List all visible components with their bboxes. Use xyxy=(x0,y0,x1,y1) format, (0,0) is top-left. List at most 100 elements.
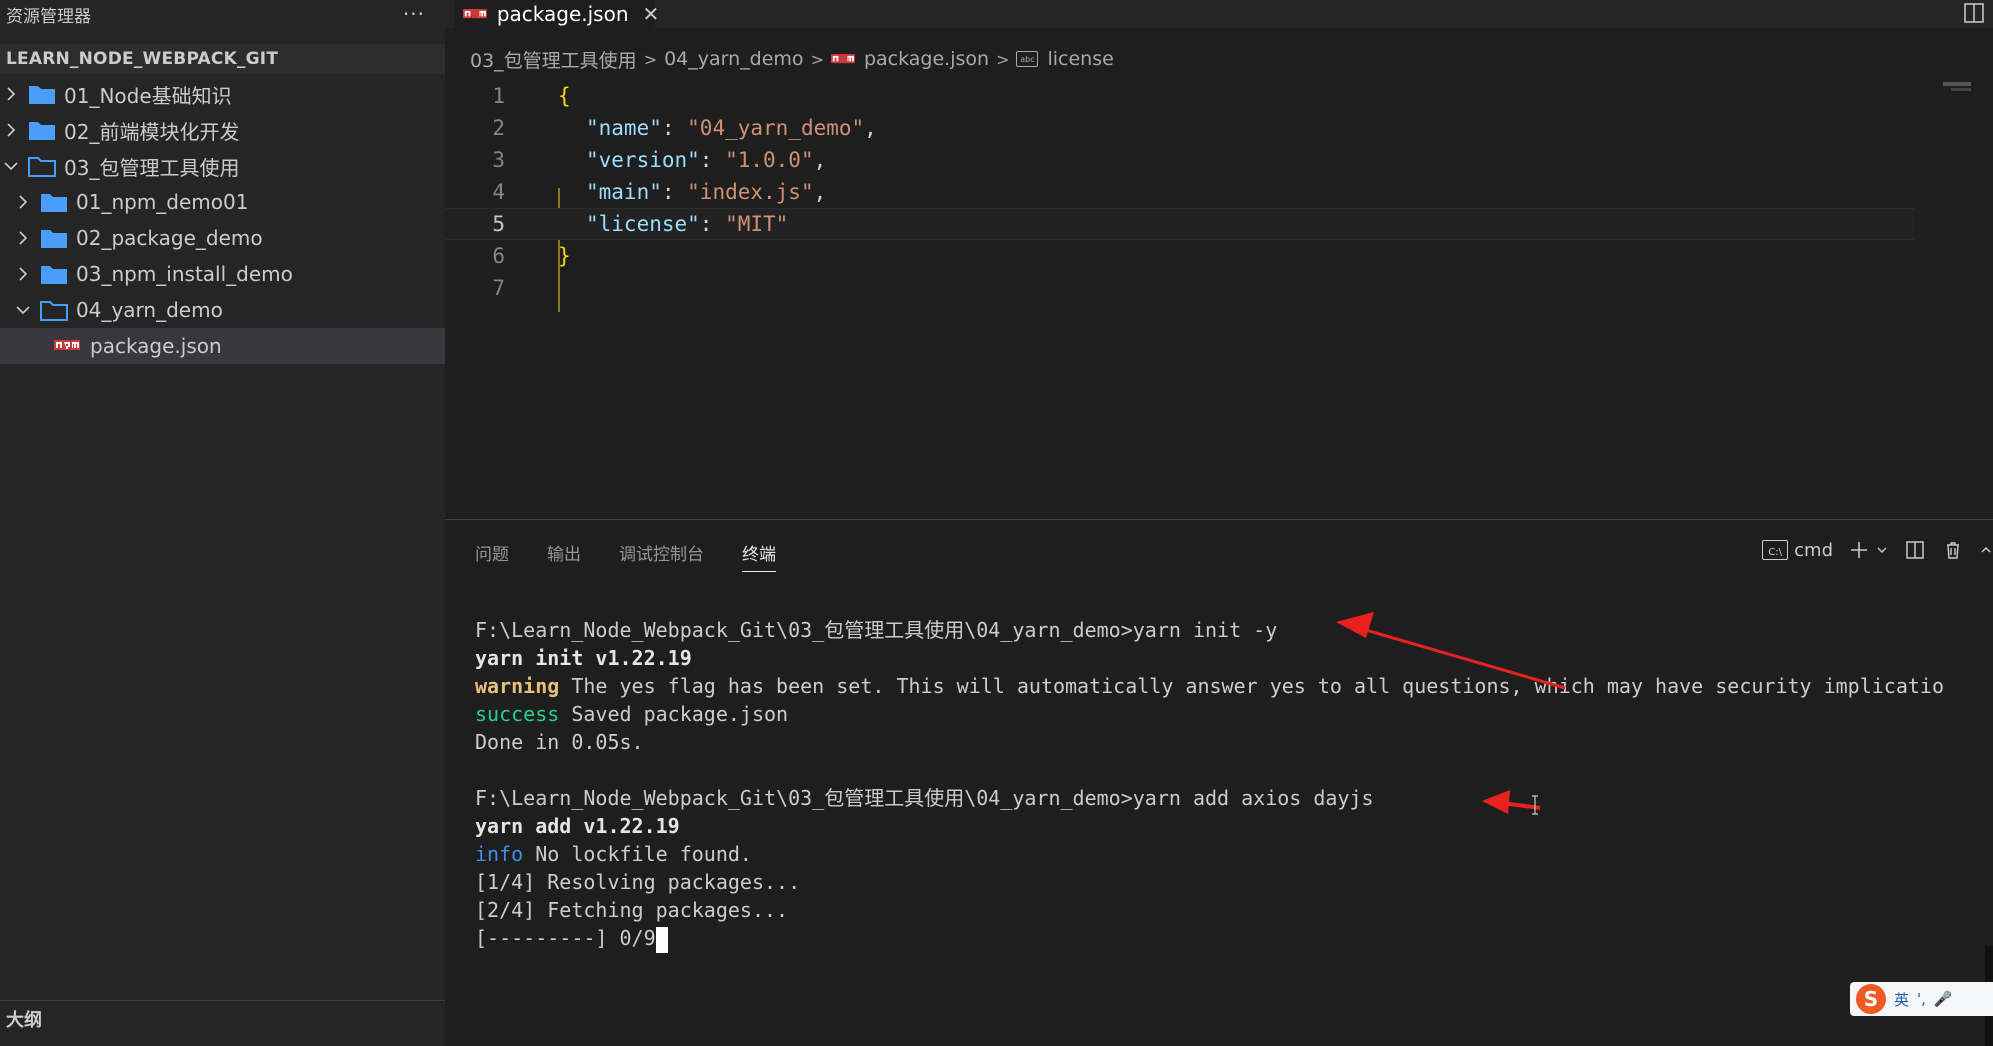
ime-toolbar[interactable]: S 英 ', 🎤 xyxy=(1850,982,1993,1016)
tree-item-label: package.json xyxy=(90,334,222,358)
tree-item-03-package-tools[interactable]: 03_包管理工具使用 xyxy=(0,148,445,184)
more-actions-icon[interactable]: ··· xyxy=(403,2,425,26)
json-value: "04_yarn_demo" xyxy=(687,116,865,140)
tab-problems[interactable]: 问题 xyxy=(475,540,509,572)
split-editor-icon[interactable] xyxy=(1963,2,1985,24)
chevron-right-icon: > xyxy=(996,49,1010,69)
tab-terminal[interactable]: 终端 xyxy=(742,540,776,572)
tree-item-label: 04_yarn_demo xyxy=(76,298,223,322)
close-icon[interactable]: ✕ xyxy=(643,2,660,26)
trash-icon[interactable] xyxy=(1941,538,1965,562)
warning-tag: warning xyxy=(475,674,560,698)
code-line: 7 xyxy=(445,272,1993,304)
sogou-logo-icon: S xyxy=(1856,984,1886,1014)
terminal-icon: C:\ xyxy=(1762,540,1789,560)
code-line: 6 } xyxy=(445,240,1993,272)
code-editor[interactable]: 1 { 2 "name": "04_yarn_demo", 3 "version… xyxy=(445,78,1993,518)
code-line: 1 { xyxy=(445,80,1993,112)
tab-debug-console[interactable]: 调试控制台 xyxy=(619,540,704,572)
tree-item-label: 02_前端模块化开发 xyxy=(64,119,240,144)
code-brace: } xyxy=(558,244,571,268)
folder-open-icon xyxy=(40,299,68,321)
folder-icon xyxy=(40,191,68,213)
explorer-sidebar: 资源管理器 ··· LEARN_NODE_WEBPACK_GIT 01_Node… xyxy=(0,0,445,1046)
npm-icon xyxy=(830,53,855,65)
code-brace: { xyxy=(558,84,571,108)
json-value: "1.0.0" xyxy=(725,148,814,172)
bottom-panel: 问题 输出 调试控制台 终端 C:\ cmd F:\Learn_Node_Web… xyxy=(445,519,1993,1046)
tab-package-json[interactable]: package.json ✕ xyxy=(455,0,659,28)
chevron-down-icon[interactable] xyxy=(1875,538,1889,562)
terminal-line: yarn add v1.22.19 xyxy=(475,814,680,838)
ime-language[interactable]: 英 xyxy=(1894,989,1909,1010)
workspace-section-header[interactable]: LEARN_NODE_WEBPACK_GIT xyxy=(0,44,445,74)
json-key: "version" xyxy=(586,148,700,172)
breadcrumb-item[interactable]: package.json xyxy=(864,48,989,70)
tree-item-01-node[interactable]: 01_Node基础知识 xyxy=(0,76,445,112)
chevron-up-icon[interactable] xyxy=(1979,538,1993,562)
outline-section-header[interactable]: 大纲 xyxy=(0,1000,445,1036)
folder-icon xyxy=(40,263,68,285)
tree-item-label: 01_Node基础知识 xyxy=(64,83,232,108)
folder-icon xyxy=(28,83,56,105)
json-key: "license" xyxy=(586,212,700,236)
json-colon: : xyxy=(661,180,688,204)
chevron-right-icon xyxy=(12,263,34,285)
tree-item-02-frontend[interactable]: 02_前端模块化开发 xyxy=(0,112,445,148)
split-terminal-icon[interactable] xyxy=(1903,538,1927,562)
line-number: 6 xyxy=(492,244,505,268)
terminal-line: F:\Learn_Node_Webpack_Git\03_包管理工具使用\04_… xyxy=(475,618,1278,642)
breadcrumb-item[interactable]: 03_包管理工具使用 xyxy=(470,46,637,73)
success-text: Saved package.json xyxy=(559,702,789,726)
json-comma: , xyxy=(813,180,827,204)
terminal-line: [---------] 0/9 xyxy=(475,924,1944,953)
breadcrumb-item[interactable]: 04_yarn_demo xyxy=(664,48,803,70)
add-terminal-icon[interactable] xyxy=(1847,538,1871,562)
editor-tab-bar: package.json ✕ xyxy=(445,0,1993,28)
tab-output[interactable]: 输出 xyxy=(547,540,581,572)
warning-text: The yes flag has been set. This will aut… xyxy=(559,674,1945,698)
json-key: "main" xyxy=(586,180,662,204)
terminal-line: yarn init v1.22.19 xyxy=(475,646,692,670)
chevron-right-icon: > xyxy=(810,49,824,69)
chevron-down-icon xyxy=(0,155,22,177)
code-line: 2 "name": "04_yarn_demo", xyxy=(445,112,1993,144)
terminal-cursor xyxy=(655,926,668,953)
npm-icon xyxy=(54,340,80,352)
tree-item-package-json[interactable]: package.json xyxy=(0,328,445,364)
line-number: 3 xyxy=(492,148,505,172)
code-line: 4 "main": "index.js", xyxy=(445,176,1993,208)
chevron-right-icon: > xyxy=(643,49,658,69)
chevron-down-icon xyxy=(12,299,34,321)
folder-icon xyxy=(28,119,56,141)
tab-label: package.json xyxy=(496,2,629,26)
json-colon: : xyxy=(699,148,726,172)
tree-item-package-demo[interactable]: 02_package_demo xyxy=(0,220,445,256)
tree-item-label: 03_npm_install_demo xyxy=(76,262,293,286)
file-tree: 01_Node基础知识 02_前端模块化开发 03_包管理工具使用 01_npm… xyxy=(0,76,445,364)
json-comma: , xyxy=(813,148,827,172)
terminal-line: [1/4] Resolving packages... xyxy=(475,870,801,894)
tree-item-npm-demo01[interactable]: 01_npm_demo01 xyxy=(0,184,445,220)
tree-item-label: 02_package_demo xyxy=(76,226,263,250)
info-tag: info xyxy=(475,842,524,866)
line-number: 2 xyxy=(492,116,505,140)
explorer-header: 资源管理器 ··· xyxy=(0,0,445,28)
microphone-icon[interactable]: 🎤 xyxy=(1934,990,1953,1008)
explorer-title: 资源管理器 xyxy=(6,6,91,27)
ime-punctuation[interactable]: ', xyxy=(1917,990,1926,1008)
chevron-right-icon xyxy=(0,83,22,105)
breadcrumb-item[interactable]: license xyxy=(1047,48,1113,70)
terminal-line: F:\Learn_Node_Webpack_Git\03_包管理工具使用\04_… xyxy=(475,786,1374,810)
terminal-shell-selector[interactable]: C:\ cmd xyxy=(1762,540,1833,561)
terminal-line: info No lockfile found. xyxy=(475,840,1944,868)
line-number: 5 xyxy=(492,212,505,236)
terminal-output[interactable]: F:\Learn_Node_Webpack_Git\03_包管理工具使用\04_… xyxy=(475,616,1945,953)
json-key: "name" xyxy=(586,116,662,140)
folder-open-icon xyxy=(28,155,56,177)
tree-item-yarn-demo[interactable]: 04_yarn_demo xyxy=(0,292,445,328)
shell-label: cmd xyxy=(1794,539,1833,561)
json-value: "MIT" xyxy=(725,212,789,236)
tree-item-npm-install-demo[interactable]: 03_npm_install_demo xyxy=(0,256,445,292)
